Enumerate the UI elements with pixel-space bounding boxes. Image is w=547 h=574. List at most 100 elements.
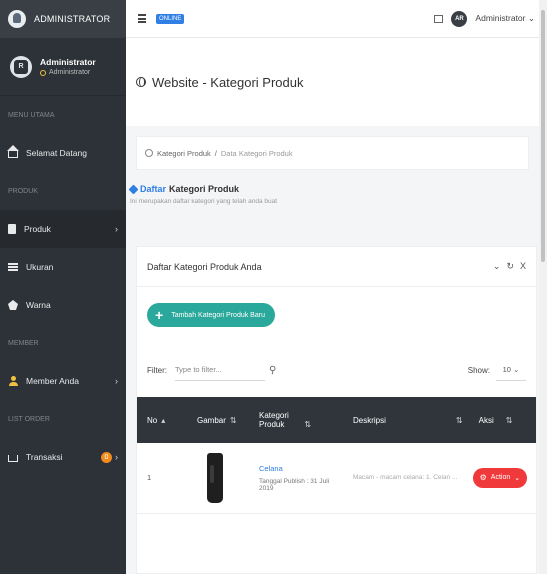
- home-icon: [7, 145, 19, 158]
- sidebar-item-label: Member Anda: [26, 376, 79, 386]
- show-label: Show:: [467, 365, 490, 375]
- content-title: Daftar Kategori Produk Ini merupakan daf…: [126, 170, 539, 205]
- chevron-down-icon: ⌄: [510, 365, 520, 374]
- avatar: R: [10, 55, 32, 78]
- online-status-badge: ONLINE: [156, 13, 185, 24]
- collapse-icon[interactable]: ⌄: [493, 261, 501, 272]
- mail-icon[interactable]: [434, 14, 444, 23]
- action-label: Action: [490, 474, 511, 482]
- user-menu-label: Administrator: [475, 13, 526, 23]
- user-icon: [8, 376, 18, 386]
- category-table: No ▴ Gambar ⇅ Kategori Produk ⇅ Deskripsi ⇅ …: [137, 397, 536, 514]
- user-name: Administrator: [40, 57, 96, 67]
- breadcrumb-root-link[interactable]: Kategori Produk: [157, 149, 211, 158]
- show-entries-value: 10: [502, 365, 511, 374]
- filter-input[interactable]: [175, 359, 265, 381]
- topbar-avatar[interactable]: AR: [451, 10, 468, 27]
- chevron-right-icon: ›: [115, 452, 118, 462]
- row-description: Macam - macam celana: 1. Celan ...: [353, 474, 458, 482]
- card-tools: ⌄ ↻ X: [493, 261, 526, 272]
- section-list-order: LIST ORDER: [8, 415, 50, 423]
- user-panel: R Administrator Administrator: [0, 38, 126, 96]
- user-role: Administrator: [40, 69, 96, 76]
- page-scrollbar[interactable]: [539, 0, 547, 574]
- topbar-right: AR Administrator ⌄: [434, 10, 535, 27]
- brand-title: ADMINISTRATOR: [34, 14, 111, 24]
- gear-icon: ⚙: [479, 473, 487, 483]
- page-title: Website - Kategori Produk: [152, 74, 304, 90]
- menu-toggle-icon[interactable]: [138, 14, 146, 23]
- show-entries-select[interactable]: 10 ⌄: [496, 359, 526, 381]
- column-header-gambar[interactable]: Gambar ⇅: [187, 397, 249, 443]
- sidebar-item-label: Selamat Datang: [26, 148, 87, 158]
- chevron-down-icon: ⌄: [527, 13, 535, 23]
- category-card: Daftar Kategori Produk Anda ⌄ ↻ X + Tamb…: [136, 246, 537, 574]
- user-role-label: Administrator: [49, 69, 91, 76]
- filter-label: Filter:: [147, 365, 167, 375]
- content-title-line: Daftar Kategori Produk: [128, 184, 529, 194]
- sidebar-item-transaksi[interactable]: Transaksi 0 ›: [0, 438, 126, 476]
- sidebar-item-ukuran[interactable]: Ukuran: [0, 248, 126, 286]
- search-icon: ⚲: [269, 364, 277, 376]
- section-produk: PRODUK: [8, 187, 38, 195]
- breadcrumb: Kategori Produk / Data Kategori Produk: [136, 136, 529, 170]
- tag-icon: [128, 184, 139, 194]
- sidebar: ADMINISTRATOR R Administrator Administra…: [0, 0, 126, 574]
- sort-icon: ⇅: [455, 415, 463, 425]
- card-title: Daftar Kategori Produk Anda: [147, 261, 262, 272]
- plus-icon: +: [155, 307, 164, 323]
- column-header-no[interactable]: No ▴: [137, 397, 187, 443]
- brand[interactable]: ADMINISTRATOR: [0, 0, 126, 38]
- publish-date: Tanggal Publish : 31 Juli 2019: [259, 477, 330, 492]
- cart-icon: [8, 455, 18, 462]
- column-header-kategori[interactable]: Kategori Produk ⇅: [249, 397, 343, 443]
- chevron-down-icon: ⌄: [514, 474, 521, 482]
- column-header-deskripsi[interactable]: Deskripsi ⇅: [343, 397, 463, 443]
- product-image: [207, 452, 223, 503]
- ruler-icon: [8, 263, 18, 271]
- sort-asc-icon: ▴: [161, 415, 166, 425]
- table-row: 1 Celana Tanggal Publish : 31 Juli 2019 …: [137, 443, 536, 513]
- breadcrumb-separator: /: [214, 148, 217, 158]
- sidebar-item-label: Produk: [24, 224, 51, 234]
- action-button[interactable]: ⚙ Action ⌄: [472, 467, 528, 488]
- sidebar-item-selamat-datang[interactable]: Selamat Datang: [0, 134, 126, 172]
- scrollbar-thumb[interactable]: [541, 10, 545, 262]
- section-member: MEMBER: [8, 339, 39, 347]
- globe-icon: [136, 77, 146, 87]
- content-title-accent: Daftar: [140, 184, 167, 194]
- refresh-icon[interactable]: ↻: [506, 261, 514, 272]
- category-name-link[interactable]: Celana: [259, 464, 343, 473]
- table-header-row: No ▴ Gambar ⇅ Kategori Produk ⇅ Deskripsi ⇅ …: [137, 397, 536, 443]
- card-header: Daftar Kategori Produk Anda ⌄ ↻ X: [137, 247, 536, 287]
- sort-icon: ⇅: [304, 420, 312, 429]
- section-menu-utama: MENU UTAMA: [8, 111, 55, 119]
- transaksi-count-badge: 0: [101, 451, 112, 463]
- row-category-cell: Celana Tanggal Publish : 31 Juli 2019: [249, 443, 343, 513]
- app: ADMINISTRATOR R Administrator Administra…: [0, 0, 547, 574]
- palette-icon: [8, 300, 18, 310]
- sort-icon: ⇅: [505, 415, 513, 425]
- row-number: 1: [147, 473, 152, 483]
- product-icon: [8, 224, 16, 234]
- key-icon: [40, 69, 46, 76]
- add-category-label: Tambah Kategori Produk Baru: [171, 311, 265, 319]
- add-category-button[interactable]: + Tambah Kategori Produk Baru: [147, 303, 275, 327]
- breadcrumb-icon: [145, 149, 153, 157]
- topbar: ONLINE AR Administrator ⌄: [126, 0, 547, 38]
- main-content: Website - Kategori Produk Kategori Produ…: [126, 38, 539, 574]
- content-subtitle: Ini merupakan daftar kategori yang telah…: [130, 198, 278, 205]
- row-action-cell: ⚙ Action ⌄: [463, 443, 536, 513]
- avatar-logo-icon: R: [14, 59, 28, 74]
- user-menu-button[interactable]: Administrator ⌄: [475, 13, 535, 24]
- show-entries: Show: 10 ⌄: [468, 359, 526, 381]
- column-header-aksi[interactable]: Aksi ⇅: [463, 397, 536, 443]
- sidebar-item-label: Ukuran: [26, 262, 54, 272]
- sidebar-item-member-anda[interactable]: Member Anda ›: [0, 362, 126, 400]
- sidebar-item-warna[interactable]: Warna: [0, 286, 126, 324]
- sort-icon: ⇅: [229, 415, 237, 425]
- sidebar-item-produk[interactable]: Produk ›: [0, 210, 126, 248]
- row-image-cell: [187, 443, 249, 513]
- sidebar-item-label: Warna: [26, 300, 51, 310]
- close-icon[interactable]: X: [520, 261, 526, 272]
